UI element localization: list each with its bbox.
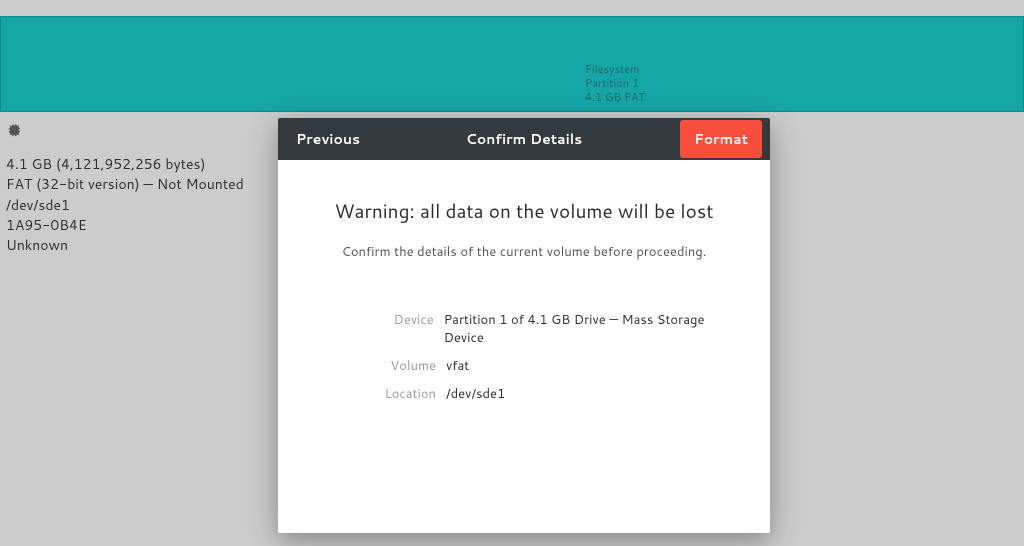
confirm-dialog: Previous Confirm Details Format Warning:…: [278, 118, 770, 533]
volume-device: /dev/sde1: [6, 195, 244, 215]
partition-banner[interactable]: Filesystem Partition 1 4.1 GB FAT: [0, 16, 1024, 112]
gear-icon[interactable]: [6, 122, 22, 138]
dialog-body: Warning: all data on the volume will be …: [278, 160, 770, 533]
format-button[interactable]: Format: [680, 120, 762, 158]
volume-uuid: 1A95-0B4E: [6, 215, 244, 235]
detail-rows: Device Partition 1 of 4.1 GB Drive — Mas…: [378, 311, 736, 403]
detail-row-location: Location /dev/sde1: [378, 385, 736, 403]
volume-value: vfat: [446, 357, 469, 375]
volume-filesystem: FAT (32-bit version) — Not Mounted: [6, 174, 244, 194]
device-value: Partition 1 of 4.1 GB Drive — Mass Stora…: [444, 311, 736, 347]
partition-size: 4.1 GB FAT: [585, 91, 645, 105]
detail-row-device: Device Partition 1 of 4.1 GB Drive — Mas…: [378, 311, 736, 347]
dialog-header: Previous Confirm Details Format: [278, 118, 770, 160]
location-value: /dev/sde1: [446, 385, 505, 403]
warning-heading: Warning: all data on the volume will be …: [312, 198, 736, 225]
gear-row: [6, 122, 22, 138]
volume-size: 4.1 GB (4,121,952,256 bytes): [6, 154, 244, 174]
location-label: Location: [378, 385, 436, 403]
volume-owner: Unknown: [6, 235, 244, 255]
volume-label: Volume: [378, 357, 436, 375]
warning-subtext: Confirm the details of the current volum…: [312, 243, 736, 261]
device-label: Device: [378, 311, 434, 347]
volume-details: 4.1 GB (4,121,952,256 bytes) FAT (32-bit…: [6, 154, 244, 255]
detail-row-volume: Volume vfat: [378, 357, 736, 375]
previous-button[interactable]: Previous: [286, 121, 370, 157]
partition-info-block: Filesystem Partition 1 4.1 GB FAT: [585, 63, 645, 104]
